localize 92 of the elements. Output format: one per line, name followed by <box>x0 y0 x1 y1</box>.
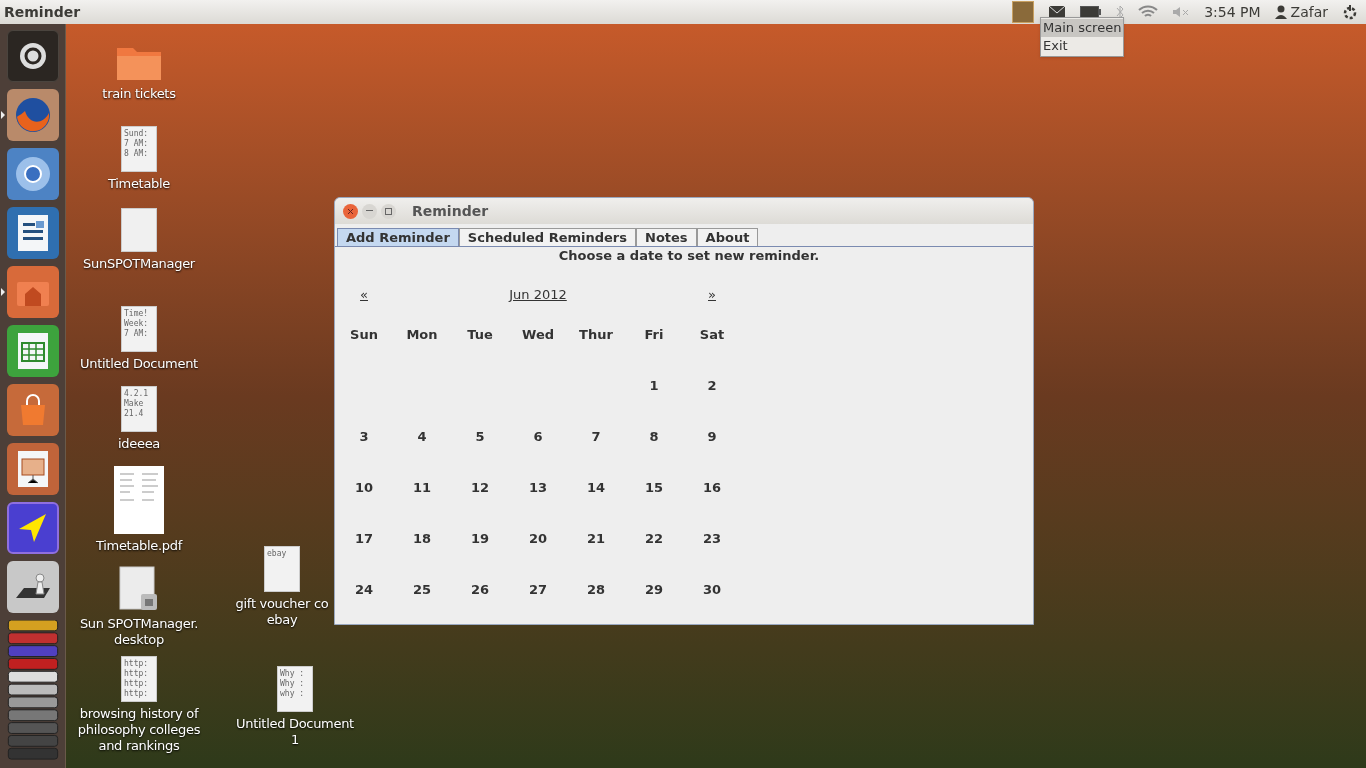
tab[interactable]: About <box>696 228 759 246</box>
document-launcher-icon[interactable] <box>6 207 59 259</box>
spreadsheet-launcher-icon[interactable] <box>6 325 59 377</box>
maximize-button[interactable] <box>381 203 396 219</box>
chess-launcher-icon[interactable] <box>6 561 59 613</box>
file-label[interactable]: ideeea <box>118 436 160 452</box>
presentation-launcher-icon[interactable] <box>6 443 59 495</box>
text-file-icon: 4.2.1 Make 21.4 <box>121 386 157 432</box>
weekday-header: Tue <box>467 325 493 344</box>
document-preview-icon <box>114 466 164 534</box>
dash-button[interactable] <box>6 30 59 82</box>
text-file-icon: Why : Why : why : <box>277 666 313 712</box>
text-file-icon: http: http: http: http: <box>121 656 157 702</box>
weekday-header: Wed <box>522 325 554 344</box>
day-button[interactable]: 9 <box>707 426 717 447</box>
instruction-text: Choose a date to set new reminder. <box>557 247 821 265</box>
day-button[interactable]: 2 <box>707 375 717 396</box>
menu-item[interactable]: Exit <box>1041 37 1123 55</box>
day-button[interactable]: 16 <box>702 477 722 498</box>
day-button[interactable]: 24 <box>354 579 374 600</box>
app-title: Reminder <box>4 2 81 22</box>
user-name[interactable]: Zafar <box>1290 1 1328 23</box>
file-label[interactable]: Timetable.pdf <box>95 538 183 554</box>
day-button[interactable]: 21 <box>586 528 606 549</box>
day-button[interactable]: 23 <box>702 528 722 549</box>
blank-file-icon <box>121 208 157 252</box>
browser-launcher-icon[interactable] <box>6 148 59 200</box>
day-button[interactable]: 13 <box>528 477 548 498</box>
text-file-icon: Time! Week: 7 AM: <box>121 306 157 352</box>
day-button[interactable]: 27 <box>528 579 548 600</box>
day-button[interactable]: 25 <box>412 579 432 600</box>
file-label[interactable]: Sun SPOTManager. desktop <box>79 616 199 648</box>
close-button[interactable] <box>343 203 358 219</box>
file-label[interactable]: SunSPOTManager <box>83 256 195 272</box>
locked-file-icon <box>119 566 159 612</box>
day-button[interactable]: 12 <box>470 477 490 498</box>
day-button[interactable]: 3 <box>359 426 369 447</box>
day-button[interactable]: 6 <box>533 426 543 447</box>
day-button[interactable]: 18 <box>412 528 432 549</box>
tray-app-icon[interactable] <box>1012 1 1035 23</box>
day-button[interactable]: 15 <box>644 477 664 498</box>
file-label[interactable]: Untitled Document 1 <box>236 716 354 748</box>
menu-item[interactable]: Main screen <box>1041 19 1123 37</box>
day-button[interactable]: 5 <box>475 426 485 447</box>
day-button[interactable]: 22 <box>644 528 664 549</box>
window-title: Reminder <box>412 201 489 221</box>
close-icon <box>347 207 354 215</box>
file-label[interactable]: gift voucher co ebay <box>235 596 329 628</box>
logo-icon <box>17 41 48 71</box>
weekday-header: Thur <box>579 325 613 344</box>
minimize-icon <box>366 210 373 212</box>
user-icon <box>1274 5 1287 19</box>
tab[interactable]: Notes <box>636 228 697 246</box>
navigation-arrow-launcher-icon[interactable] <box>6 502 59 554</box>
file-label[interactable]: Timetable <box>107 176 170 192</box>
wifi-icon[interactable] <box>1138 5 1159 19</box>
maximize-icon <box>385 207 392 215</box>
minimize-button[interactable] <box>362 203 377 219</box>
power-gear-icon[interactable] <box>1342 4 1358 20</box>
day-button[interactable]: 28 <box>586 579 606 600</box>
battery-icon[interactable] <box>1080 6 1103 18</box>
file-label[interactable]: train tickets <box>102 86 176 102</box>
day-button[interactable]: 26 <box>470 579 490 600</box>
file-label[interactable]: Untitled Document <box>80 356 198 372</box>
clock[interactable]: 3:54 PM <box>1204 1 1261 23</box>
day-button[interactable]: 14 <box>586 477 606 498</box>
day-button[interactable]: 7 <box>591 426 601 447</box>
text-file-icon: Sund: 7 AM: 8 AM: <box>121 126 157 172</box>
next-month-link[interactable]: » <box>708 285 716 305</box>
weekday-header: Mon <box>406 325 438 344</box>
day-button[interactable]: 10 <box>354 477 374 498</box>
weekday-header: Sat <box>699 325 725 344</box>
weekday-header: Sun <box>350 325 378 344</box>
day-button[interactable]: 17 <box>354 528 374 549</box>
day-button[interactable]: 1 <box>649 375 659 396</box>
previous-month-link[interactable]: « <box>360 285 368 305</box>
day-button[interactable]: 19 <box>470 528 490 549</box>
month-link[interactable]: Jun 2012 <box>509 285 567 305</box>
day-button[interactable]: 29 <box>644 579 664 600</box>
day-button[interactable]: 4 <box>417 426 427 447</box>
day-button[interactable]: 11 <box>412 477 432 498</box>
text-file-icon: ebay <box>264 546 300 592</box>
home-folder-launcher-icon[interactable] <box>6 266 59 318</box>
day-button[interactable]: 20 <box>528 528 548 549</box>
file-label[interactable]: browsing history of philosophy colleges and rankings <box>77 706 201 754</box>
weekday-header: Fri <box>644 325 664 344</box>
shopping-bag-launcher-icon[interactable] <box>6 384 59 436</box>
day-button[interactable]: 30 <box>702 579 722 600</box>
day-button[interactable]: 8 <box>649 426 659 447</box>
tab[interactable]: Scheduled Reminders <box>458 228 636 246</box>
mail-icon[interactable] <box>1048 5 1067 19</box>
tab[interactable]: Add Reminder <box>337 228 459 246</box>
